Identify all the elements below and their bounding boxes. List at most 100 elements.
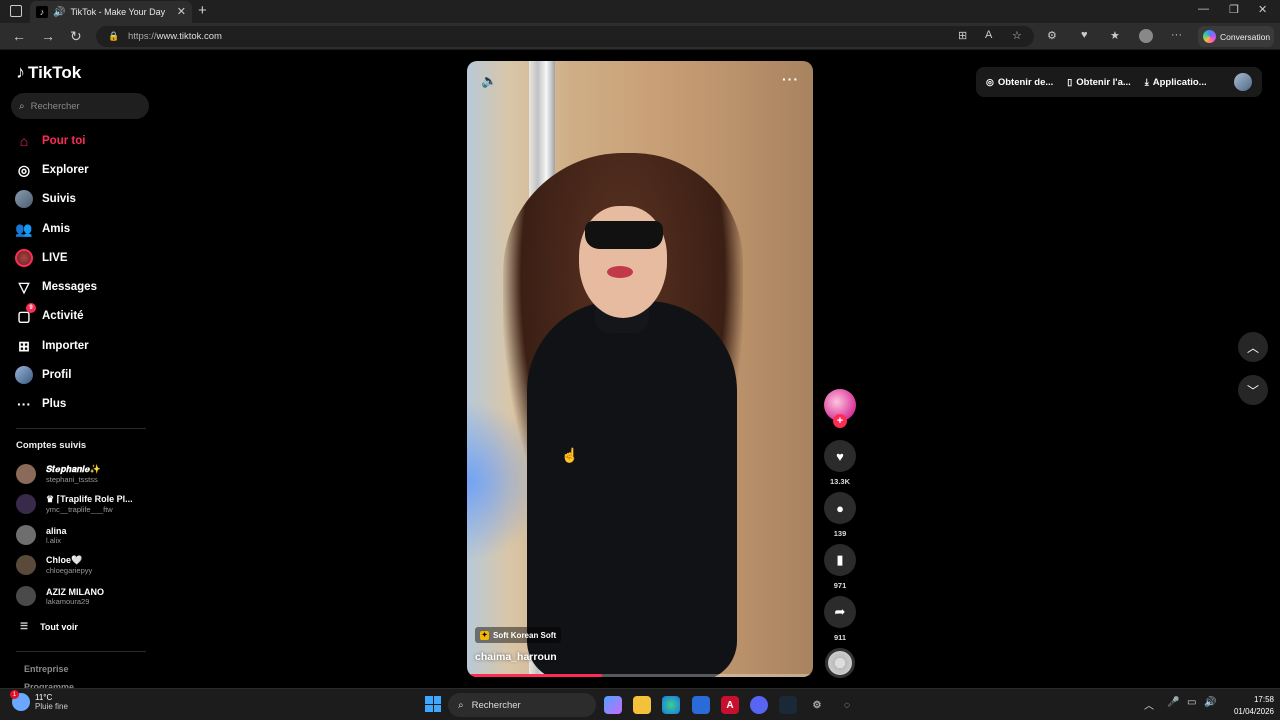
app-status-icon[interactable]: ◌ xyxy=(838,696,856,714)
nav-label: Messages xyxy=(42,281,97,293)
user-avatar[interactable] xyxy=(1234,73,1252,91)
microphone-icon[interactable]: 🎤 xyxy=(1167,697,1179,708)
browser-tab-bar: ♪ 🔊 TikTok - Make Your Day ✕ + — ❐ ✕ xyxy=(0,0,1280,23)
speaker-icon[interactable]: 🔊 xyxy=(53,7,65,18)
nav-profil[interactable]: Profil xyxy=(14,363,154,387)
followed-account[interactable]: ♛ ⌈Traplife Role Pl... ymc__traplife___ft… xyxy=(16,490,156,518)
comment-action[interactable]: ● 139 xyxy=(824,492,856,538)
get-coins-button[interactable]: ◎ Obtenir de... xyxy=(986,77,1053,88)
video-progress-bar[interactable] xyxy=(467,674,813,677)
tab-actions-icon[interactable] xyxy=(10,5,22,17)
friends-icon: 👥 xyxy=(15,220,33,237)
nav-suivis[interactable]: Suivis xyxy=(14,187,154,211)
volume-tray-icon[interactable]: 🔊 xyxy=(1204,697,1216,708)
file-explorer-icon[interactable] xyxy=(633,696,651,714)
follow-plus-button[interactable]: + xyxy=(833,414,847,428)
footer-link-entreprise[interactable]: Entreprise xyxy=(24,664,69,674)
nav-amis[interactable]: 👥 Amis xyxy=(14,217,154,241)
app-available-icon[interactable]: ⊞ xyxy=(958,29,967,42)
followed-account[interactable]: 𝑺𝒕𝒆𝒑𝒉𝒂𝒏𝒊𝒆✨ stephani_tsstss xyxy=(16,460,156,488)
save-action[interactable]: ▮ 971 xyxy=(824,544,856,590)
lock-icon[interactable]: 🔒 xyxy=(108,26,119,47)
share-action[interactable]: ➦ 911 xyxy=(824,596,856,642)
close-tab-icon[interactable]: ✕ xyxy=(177,5,186,18)
like-action[interactable]: ♥ 13.3K xyxy=(824,440,856,486)
tiktok-favicon-icon: ♪ xyxy=(36,6,48,18)
live-icon xyxy=(14,248,34,268)
network-icon[interactable]: ▭ xyxy=(1187,697,1196,708)
effect-icon: ✦ xyxy=(480,630,489,640)
nav-label: Plus xyxy=(42,398,67,410)
close-window-button[interactable]: ✕ xyxy=(1258,3,1267,16)
favorite-star-icon[interactable]: ☆ xyxy=(1012,29,1022,42)
copilot-conversation-button[interactable]: Conversation xyxy=(1198,26,1274,47)
nav-importer[interactable]: ⊞ Importer xyxy=(14,334,154,358)
discord-icon[interactable] xyxy=(750,696,768,714)
nav-explorer[interactable]: ◎ Explorer xyxy=(14,158,154,182)
followed-account[interactable]: alina l.alix xyxy=(16,521,156,549)
tiktok-logo[interactable]: ♪ TikTok xyxy=(16,62,81,83)
messages-icon: ▽ xyxy=(18,278,30,295)
windows-start-icon[interactable] xyxy=(425,696,441,712)
previous-video-button[interactable]: ︿ xyxy=(1238,332,1268,362)
read-aloud-icon[interactable]: A xyxy=(985,29,992,41)
video-tag[interactable]: ✦ Soft Korean Soft xyxy=(475,627,562,643)
followed-account[interactable]: Chloe🤍 chloegariepyy xyxy=(16,551,156,579)
get-app-button[interactable]: ▯ Obtenir l'a... xyxy=(1067,77,1130,88)
next-video-button[interactable]: ﹀ xyxy=(1238,375,1268,405)
video-author[interactable]: chaima_harroun xyxy=(475,651,557,663)
new-tab-button[interactable]: + xyxy=(198,2,207,19)
nav-pour-toi[interactable]: ⌂ Pour toi xyxy=(14,129,154,153)
minimize-button[interactable]: — xyxy=(1198,3,1209,15)
account-name: ♛ ⌈Traplife Role Pl... xyxy=(46,494,133,504)
see-all-label: Tout voir xyxy=(40,621,78,632)
share-icon[interactable]: ➦ xyxy=(824,596,856,628)
bookmark-icon[interactable]: ▮ xyxy=(824,544,856,576)
extensions-icon[interactable]: ⚙ xyxy=(1047,29,1057,42)
nav-messages[interactable]: ▽ Messages xyxy=(14,275,154,299)
maximize-button[interactable]: ❐ xyxy=(1229,3,1239,16)
browser-tab[interactable]: ♪ 🔊 TikTok - Make Your Day ✕ xyxy=(30,1,192,23)
tray-expand-icon[interactable]: ︿ xyxy=(1144,697,1154,712)
copilot-app-icon[interactable] xyxy=(604,696,622,714)
followed-account[interactable]: AZIZ MILANO lakamoura29 xyxy=(16,582,156,610)
avatar xyxy=(16,464,36,484)
volume-icon[interactable]: 🔈 xyxy=(481,73,497,89)
comment-icon[interactable]: ● xyxy=(824,492,856,524)
settings-gear-icon[interactable]: ⚙ xyxy=(808,696,826,714)
url-field[interactable]: 🔒 https://www.tiktok.com xyxy=(96,26,1034,47)
store-icon[interactable] xyxy=(692,696,710,714)
performance-icon[interactable]: ♥ xyxy=(1081,29,1088,41)
back-button[interactable]: ← xyxy=(12,28,26,44)
favorites-icon[interactable]: ★ xyxy=(1110,29,1120,42)
hand-cursor-icon: ☝ xyxy=(561,447,579,463)
settings-more-icon[interactable]: ··· xyxy=(1171,29,1182,41)
clock-date: 01/04/2026 xyxy=(1233,707,1274,716)
nav-plus[interactable]: ··· Plus xyxy=(14,392,154,416)
profile-avatar-icon[interactable] xyxy=(1139,29,1153,43)
avatar xyxy=(16,586,36,606)
heart-icon[interactable]: ♥ xyxy=(824,440,856,472)
system-clock[interactable]: 17:58 01/04/2026 xyxy=(1222,694,1274,718)
search-input[interactable]: ⌕ Rechercher xyxy=(11,93,149,119)
reload-button[interactable]: ↻ xyxy=(70,28,82,45)
see-all-button[interactable]: ☰ Tout voir xyxy=(20,621,78,632)
video-player[interactable]: 🔈 ··· ✦ Soft Korean Soft chaima_harroun xyxy=(467,61,813,677)
steam-icon[interactable] xyxy=(779,696,797,714)
desktop-app-button[interactable]: ⤓ Applicatio... xyxy=(1145,77,1207,88)
more-options-icon[interactable]: ··· xyxy=(782,71,799,87)
weather-widget[interactable]: 1 11°C Pluie fine xyxy=(10,690,68,711)
forward-button[interactable]: → xyxy=(41,28,55,44)
account-username: lakamoura29 xyxy=(46,596,90,606)
music-disc-icon[interactable] xyxy=(825,648,855,678)
nav-activite[interactable]: ▢ 9 Activité xyxy=(14,303,154,328)
taskbar-search[interactable]: ⌕ Rechercher xyxy=(448,693,596,717)
edge-browser-icon[interactable] xyxy=(662,696,680,714)
nav-live[interactable]: LIVE xyxy=(14,246,154,270)
save-count: 971 xyxy=(833,581,847,590)
avatar xyxy=(16,525,36,545)
adobe-icon[interactable]: A xyxy=(721,696,739,714)
upload-icon: ⊞ xyxy=(18,337,30,354)
taskbar-search-label: Rechercher xyxy=(471,699,521,711)
weather-icon: 1 xyxy=(10,690,30,711)
